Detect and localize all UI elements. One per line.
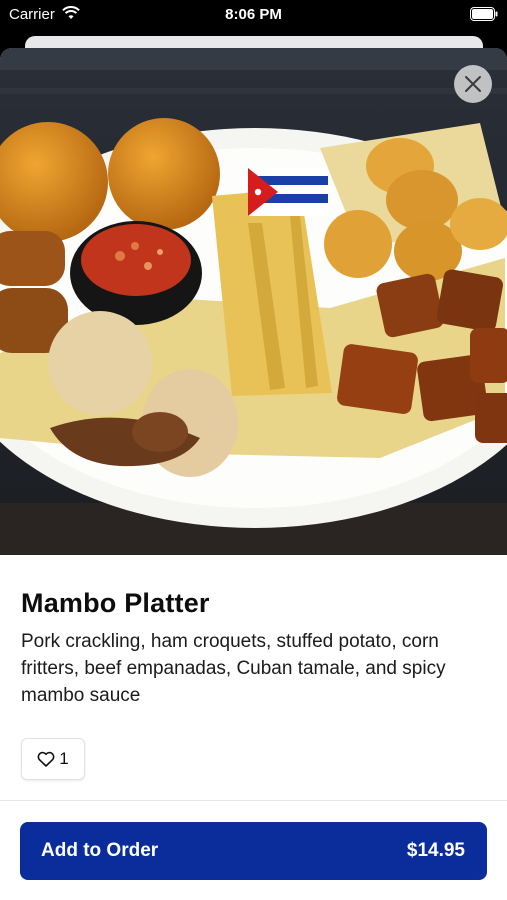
like-button[interactable]: 1 xyxy=(21,738,85,780)
battery-icon xyxy=(470,7,498,21)
item-description: Pork crackling, ham croquets, stuffed po… xyxy=(21,631,446,706)
divider xyxy=(0,800,507,801)
price-label: $14.95 xyxy=(406,840,465,861)
add-to-order-label: Add to Order xyxy=(41,840,159,861)
item-detail-sheet: Mambo Platter Pork crackling, ham croque… xyxy=(0,48,507,900)
heart-icon xyxy=(37,751,55,767)
food-photo-illustration xyxy=(0,48,507,555)
item-title: Mambo Platter xyxy=(21,588,210,618)
close-icon xyxy=(465,76,481,92)
add-to-order-button[interactable]: Add to Order $14.95 xyxy=(20,822,487,880)
clock: 8:06 PM xyxy=(225,6,282,23)
item-photo xyxy=(0,48,507,555)
status-bar: Carrier 8:06 PM xyxy=(0,0,507,30)
close-button[interactable] xyxy=(454,65,492,103)
like-count: 1 xyxy=(59,749,69,768)
